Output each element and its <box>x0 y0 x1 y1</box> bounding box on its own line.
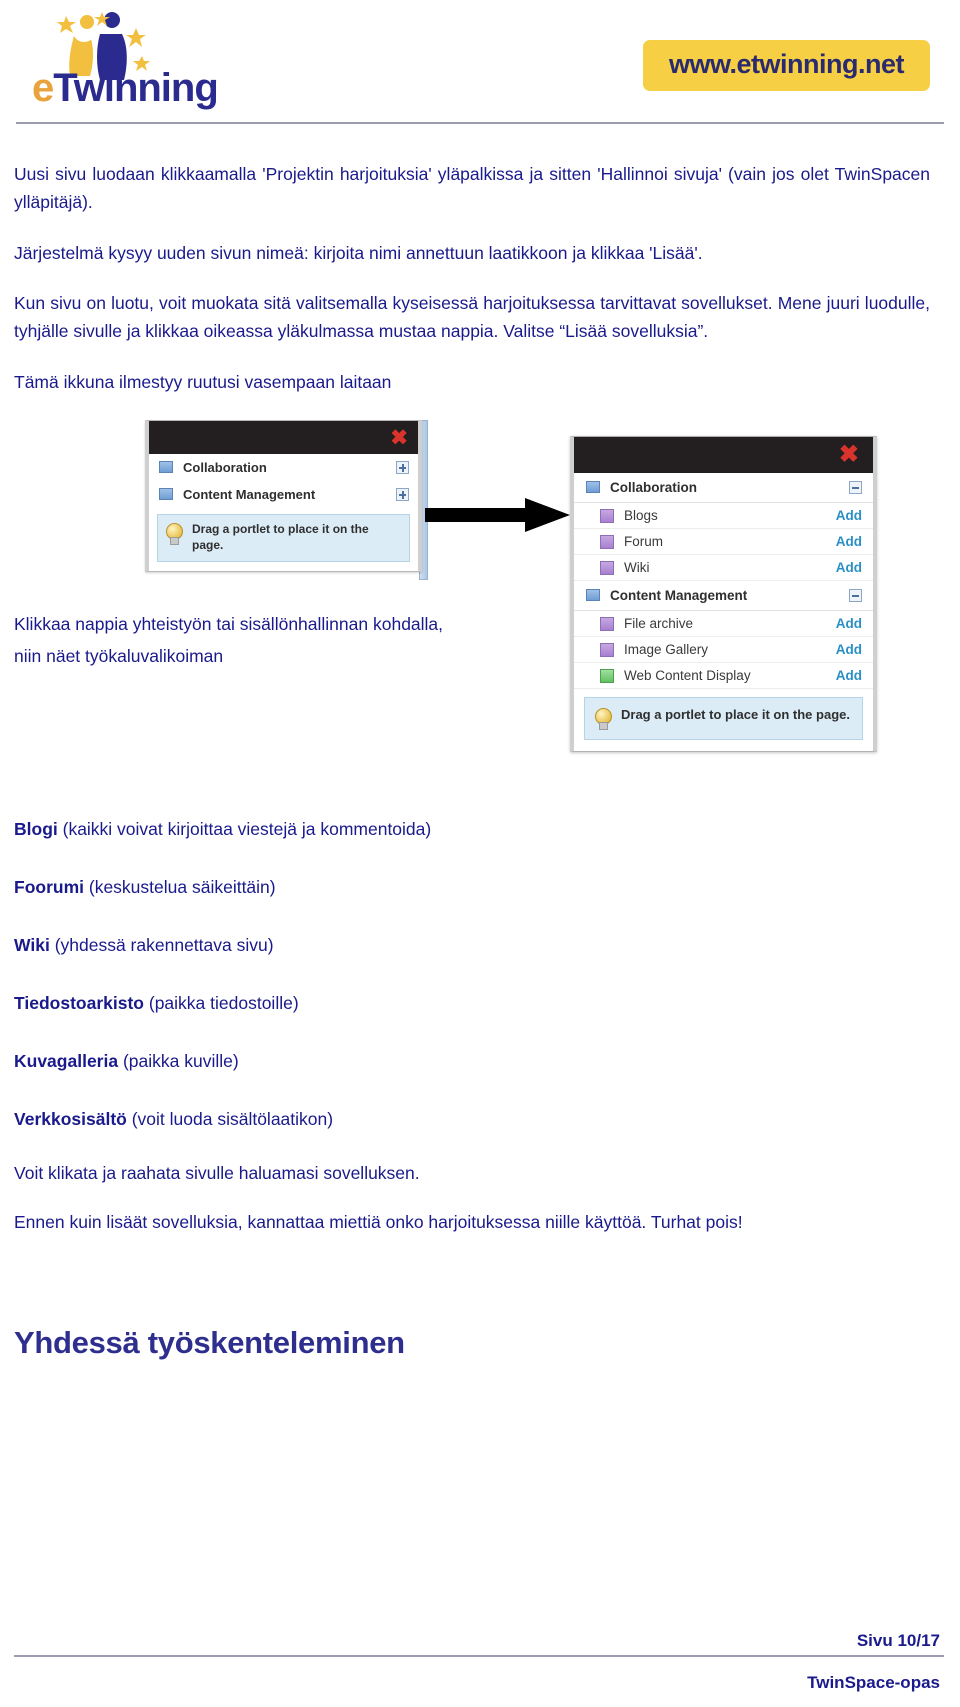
portlet-row[interactable]: File archive Add <box>574 611 873 638</box>
page-footer: Sivu 10/17 TwinSpace-opas <box>14 1631 944 1693</box>
drag-hint-text: Drag a portlet to place it on the page. <box>192 522 369 552</box>
feature-desc: (yhdessä rakennettava sivu) <box>49 935 274 956</box>
closing-paragraphs: Voit klikata ja raahata sivulle haluamas… <box>14 1163 930 1233</box>
list-item: Blogi (kaikki voivat kirjoittaa viestejä… <box>14 815 930 843</box>
folder-icon <box>586 481 602 496</box>
list-item: Foorumi (keskustelua säikeittäin) <box>14 873 930 901</box>
portlet-icon <box>600 508 614 523</box>
feature-name: Tiedostoarkisto <box>14 993 144 1014</box>
add-portlet-link[interactable]: Add <box>836 616 862 631</box>
lightbulb-icon <box>164 522 183 546</box>
document-title-footer: TwinSpace-opas <box>807 1673 940 1692</box>
lightbulb-icon <box>593 707 612 731</box>
feature-name: Wiki <box>14 935 50 956</box>
etwinning-wordmark: eTwinning <box>32 66 219 110</box>
expand-plus-icon[interactable] <box>396 461 409 475</box>
website-url-badge: www.etwinning.net <box>643 40 930 91</box>
list-item: Wiki (yhdessä rakennettava sivu) <box>14 931 930 959</box>
feature-name: Foorumi <box>14 877 84 898</box>
portlet-icon <box>600 534 614 549</box>
portlet-label: Web Content Display <box>624 668 751 684</box>
feature-name: Kuvagalleria <box>14 1051 119 1072</box>
intro-paragraph-1: Uusi sivu luodaan klikkaamalla 'Projekti… <box>14 164 930 213</box>
feature-desc: (voit luoda sisältölaatikon) <box>126 1109 334 1130</box>
portlet-panels-figure: ✖ Collaboration Content Management Drag … <box>14 414 930 809</box>
portlet-icon <box>600 616 614 631</box>
figure-caption-line-1: Klikkaa nappia yhteistyön tai sisällönha… <box>14 614 444 635</box>
page-header: eTwinning www.etwinning.net <box>0 0 960 128</box>
logo-letter-e: e <box>32 66 54 110</box>
category-label: Collaboration <box>183 460 267 476</box>
feature-desc: (paikka tiedostoille) <box>144 993 299 1014</box>
portlet-label: File archive <box>624 616 694 632</box>
category-label: Collaboration <box>610 480 697 496</box>
category-row-content-management[interactable]: Content Management <box>574 581 873 612</box>
panel-body: Collaboration Blogs Add Forum Add Wiki A… <box>574 473 873 741</box>
list-item: Kuvagalleria (paikka kuville) <box>14 1047 930 1075</box>
drag-hint-text: Drag a portlet to place it on the page. <box>621 707 850 723</box>
category-row-collaboration[interactable]: Collaboration <box>149 454 418 481</box>
folder-icon <box>159 488 175 503</box>
intro-paragraph-4: Tämä ikkuna ilmestyy ruutusi vasempaan l… <box>14 371 392 392</box>
closing-paragraph-2: Ennen kuin lisäät sovelluksia, kannattaa… <box>14 1212 743 1233</box>
category-row-collaboration[interactable]: Collaboration <box>574 473 873 504</box>
portlet-row[interactable]: Blogs Add <box>574 503 873 530</box>
portlet-row[interactable]: Web Content Display Add <box>574 663 873 690</box>
section-heading: Yhdessä työskenteleminen <box>14 1325 405 1361</box>
category-label: Content Management <box>610 588 748 604</box>
feature-desc: (keskustelua säikeittäin) <box>84 877 276 898</box>
intro-paragraph-3: Kun sivu on luotu, voit muokata sitä val… <box>14 293 930 342</box>
add-portlet-link[interactable]: Add <box>836 642 862 657</box>
category-label: Content Management <box>183 487 316 503</box>
close-icon[interactable]: ✖ <box>390 427 408 448</box>
list-item: Tiedostoarkisto (paikka tiedostoille) <box>14 989 930 1017</box>
arrow-icon <box>425 498 570 533</box>
folder-icon <box>159 461 175 476</box>
add-portlet-link[interactable]: Add <box>836 534 862 549</box>
header-divider <box>16 122 944 124</box>
figure-caption-line-2: niin näet työkaluvalikoiman <box>14 646 224 667</box>
add-portlet-link[interactable]: Add <box>836 668 862 683</box>
portlet-row[interactable]: Forum Add <box>574 529 873 556</box>
collapse-minus-icon[interactable] <box>849 589 862 603</box>
panel-body: Collaboration Content Management Drag a … <box>149 454 418 563</box>
etwinning-logo: eTwinning <box>22 8 219 116</box>
portlet-row[interactable]: Image Gallery Add <box>574 637 873 664</box>
add-application-panel-collapsed: ✖ Collaboration Content Management Drag … <box>145 420 422 573</box>
add-portlet-link[interactable]: Add <box>836 508 862 523</box>
portlet-label: Blogs <box>624 508 658 524</box>
feature-name: Verkkosisältö <box>14 1109 127 1130</box>
closing-paragraph-1: Voit klikata ja raahata sivulle haluamas… <box>14 1163 420 1184</box>
portlet-icon <box>600 668 614 683</box>
portlet-label: Wiki <box>624 560 650 576</box>
application-feature-list: Blogi (kaikki voivat kirjoittaa viestejä… <box>14 815 930 1133</box>
feature-desc: (paikka kuville) <box>118 1051 239 1072</box>
feature-name: Blogi <box>14 819 58 840</box>
add-portlet-link[interactable]: Add <box>836 560 862 575</box>
panel-titlebar: ✖ <box>149 421 418 455</box>
page-number: Sivu 10/17 <box>856 1631 940 1650</box>
feature-desc: (kaikki voivat kirjoittaa viestejä ja ko… <box>57 819 432 840</box>
intro-paragraph-2: Järjestelmä kysyy uuden sivun nimeä: kir… <box>14 242 703 263</box>
list-item: Verkkosisältö (voit luoda sisältölaatiko… <box>14 1105 930 1133</box>
portlet-row[interactable]: Wiki Add <box>574 555 873 582</box>
drag-portlet-hint: Drag a portlet to place it on the page. <box>157 514 410 563</box>
portlet-label: Image Gallery <box>624 642 709 658</box>
expand-plus-icon[interactable] <box>396 488 409 502</box>
document-content: Uusi sivu luodaan klikkaamalla 'Projekti… <box>0 128 960 1361</box>
logo-word-twinning: Twinning <box>53 66 219 110</box>
close-icon[interactable]: ✖ <box>839 443 859 467</box>
portlet-icon <box>600 560 614 575</box>
panel-titlebar: ✖ <box>574 437 873 474</box>
category-row-content-management[interactable]: Content Management <box>149 481 418 508</box>
portlet-label: Forum <box>624 534 664 550</box>
folder-icon <box>586 589 602 604</box>
collapse-minus-icon[interactable] <box>849 481 862 495</box>
add-application-panel-expanded: ✖ Collaboration Blogs Add Forum Add Wiki… <box>570 436 877 753</box>
drag-portlet-hint: Drag a portlet to place it on the page. <box>584 697 863 741</box>
portlet-icon <box>600 642 614 657</box>
